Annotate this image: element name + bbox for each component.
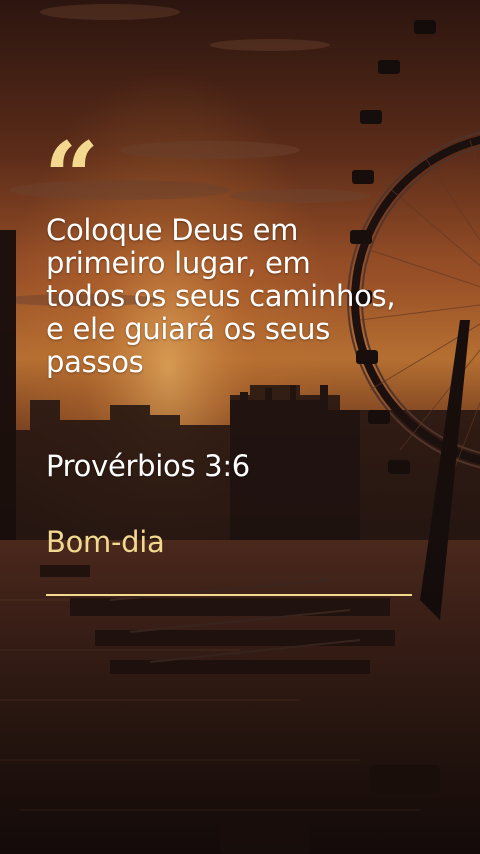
quote-line: todos os seus caminhos, (46, 279, 396, 313)
bible-reference: Provérbios 3:6 (46, 449, 250, 483)
quote-text: Coloque Deus em primeiro lugar, em todos… (46, 214, 446, 379)
quote-line: primeiro lugar, em (46, 246, 311, 280)
divider-line (46, 594, 412, 596)
quote-line: passos (46, 345, 144, 379)
greeting-text: Bom-dia (46, 525, 165, 559)
quote-mark-icon: “ (44, 121, 100, 234)
quote-line: e ele guiará os seus (46, 312, 331, 346)
quote-line: Coloque Deus em (46, 213, 299, 247)
